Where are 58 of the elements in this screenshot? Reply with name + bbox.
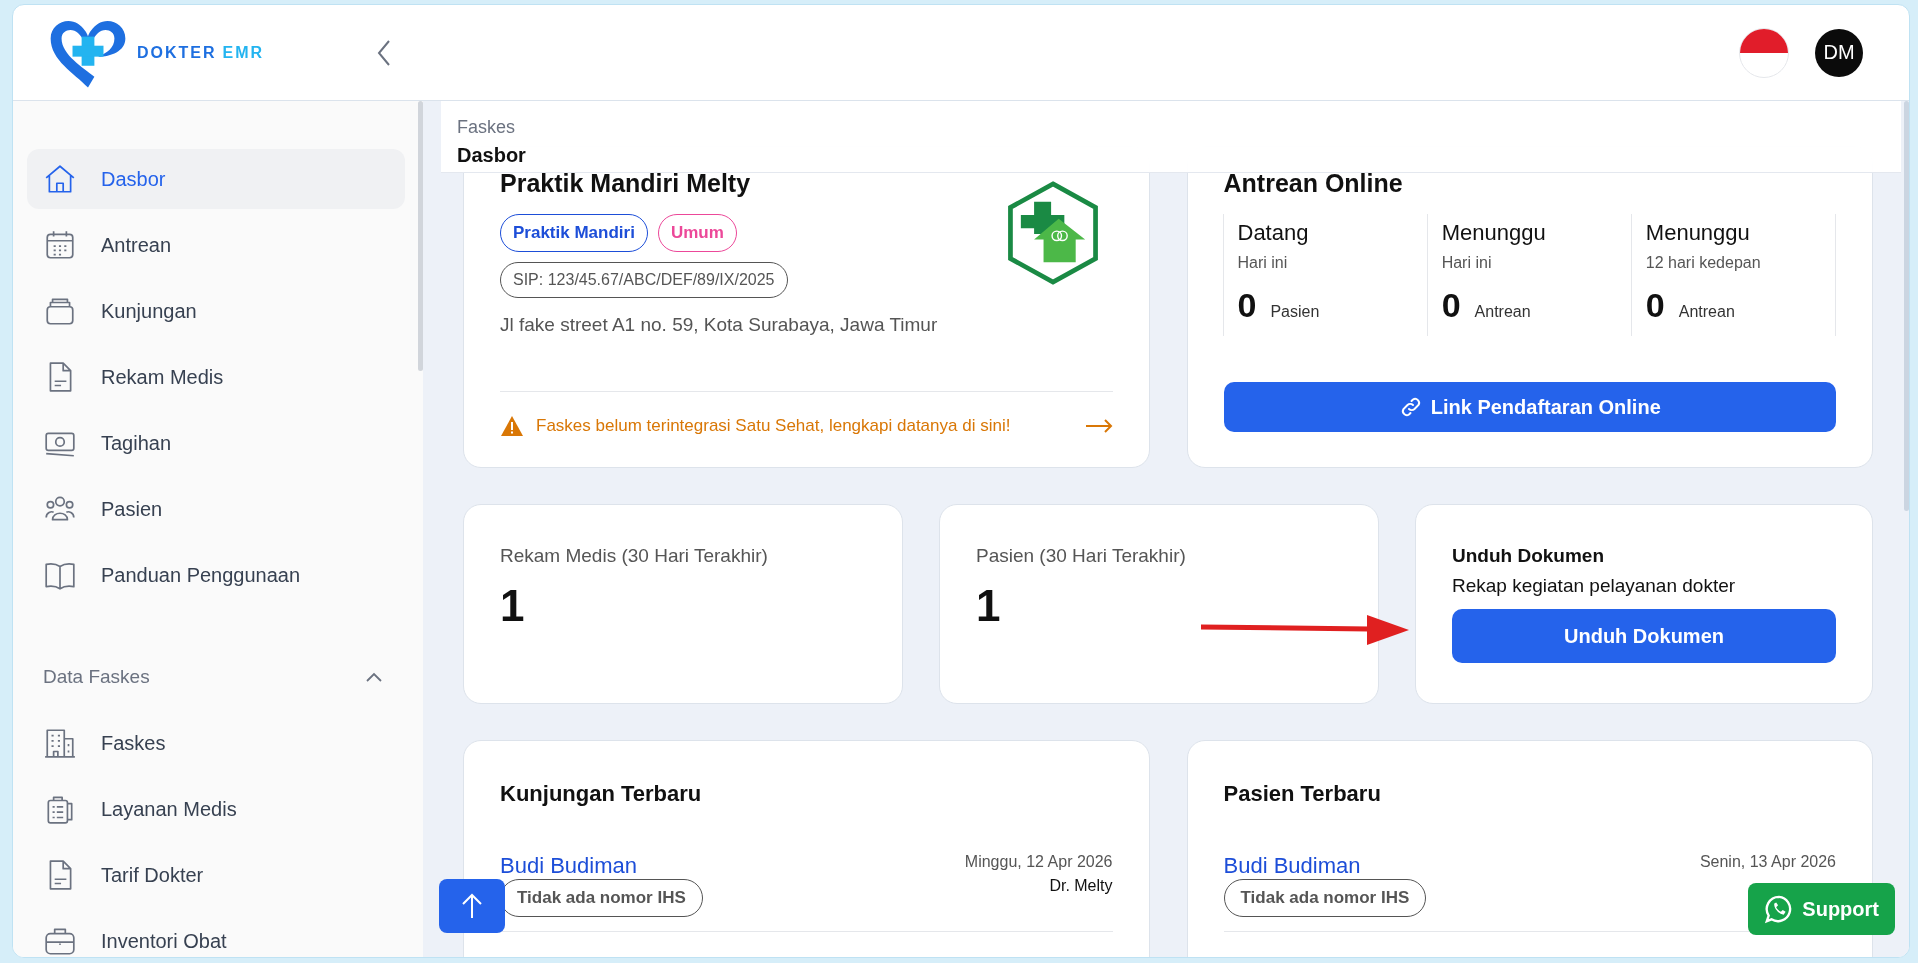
card-title: Unduh Dokumen <box>1452 545 1605 567</box>
section-heading: Data Faskes <box>43 666 150 688</box>
arrow-right-icon[interactable] <box>1084 418 1113 433</box>
card-title: Kunjungan Terbaru <box>500 781 703 807</box>
building-icon <box>43 726 77 760</box>
breadcrumb-link[interactable]: Faskes <box>457 117 1901 138</box>
stat-value: 0 <box>1441 286 1461 325</box>
stat-label: Menunggu <box>1441 220 1547 246</box>
registration-link-button[interactable]: Link Pendaftaran Online <box>1223 382 1836 432</box>
scrollbar[interactable] <box>418 101 423 371</box>
card-title: Pasien Terbaru <box>1223 781 1382 807</box>
logo-text: DOKTER <box>137 43 217 62</box>
stat-value: 1 <box>500 581 526 631</box>
nav-item[interactable]: Tarif Dokter <box>27 845 405 905</box>
scroll-to-top-button[interactable] <box>439 879 505 933</box>
stat-label: Menunggu <box>1645 220 1751 246</box>
chevron-up-icon[interactable] <box>365 671 383 683</box>
arrow-up-icon <box>460 892 484 920</box>
stat-unit: Antrean <box>1678 303 1735 321</box>
stat-caption: Hari ini <box>1441 254 1493 272</box>
stat-label: Pasien (30 Hari Terakhir) <box>976 545 1187 567</box>
nav-item[interactable]: Layanan Medis <box>27 779 405 839</box>
collapse-chevron-icon[interactable] <box>376 38 393 67</box>
nav-item[interactable]: Antrean <box>27 215 405 275</box>
patient-link[interactable]: Budi Budiman <box>500 853 637 879</box>
download-button[interactable]: Unduh Dokumen <box>1452 609 1836 663</box>
nav-item[interactable]: Tagihan <box>27 413 405 473</box>
page-title: Dasbor <box>457 144 527 167</box>
nav-item[interactable]: Rekam Medis <box>27 347 405 407</box>
stat-unit: Pasien <box>1270 303 1320 321</box>
nav-item[interactable]: Kunjungan <box>27 281 405 341</box>
stat-caption: 12 hari kedepan <box>1645 254 1762 272</box>
nav-item[interactable]: Pasien <box>27 479 405 539</box>
stat-value: 0 <box>1237 286 1257 325</box>
facility-address: Jl fake street A1 no. 59, Kota Surabaya, Jawa Timur <box>500 314 938 336</box>
calendar-icon <box>43 228 77 262</box>
flag-icon[interactable] <box>1739 27 1789 78</box>
visit-date: Minggu, 12 Apr 2026 <box>964 853 1113 871</box>
card-subtitle: Rekap kegiatan pelayanan dokter <box>1452 575 1737 597</box>
nav-item[interactable]: Inventori Obat <box>27 911 405 957</box>
nav-item[interactable]: Faskes <box>27 713 405 773</box>
logo-text: EMR <box>222 43 265 62</box>
scrollbar[interactable] <box>1904 101 1909 511</box>
facility-name: Praktik Mandiri Melty <box>500 169 752 198</box>
stat-value: 1 <box>976 581 1002 631</box>
patient-link[interactable]: Budi Budiman <box>1223 853 1361 879</box>
card-title: Antrean Online <box>1223 169 1404 198</box>
user-avatar[interactable]: DM <box>1815 28 1863 77</box>
nav-item[interactable]: Panduan Penggunaan <box>27 545 405 605</box>
stat-label: Rekam Medis (30 Hari Terakhir) <box>500 545 769 567</box>
nav-item[interactable]: Dasbor <box>27 149 405 209</box>
stat-unit: Antrean <box>1474 303 1531 321</box>
stat-caption: Hari ini <box>1237 254 1289 272</box>
visit-date: Senin, 13 Apr 2026 <box>1699 853 1836 871</box>
warning-icon <box>500 414 524 437</box>
stat-value: 0 <box>1645 286 1665 325</box>
stat-label: Datang <box>1237 220 1310 246</box>
doctor-name: Dr. Melty <box>1048 877 1113 895</box>
